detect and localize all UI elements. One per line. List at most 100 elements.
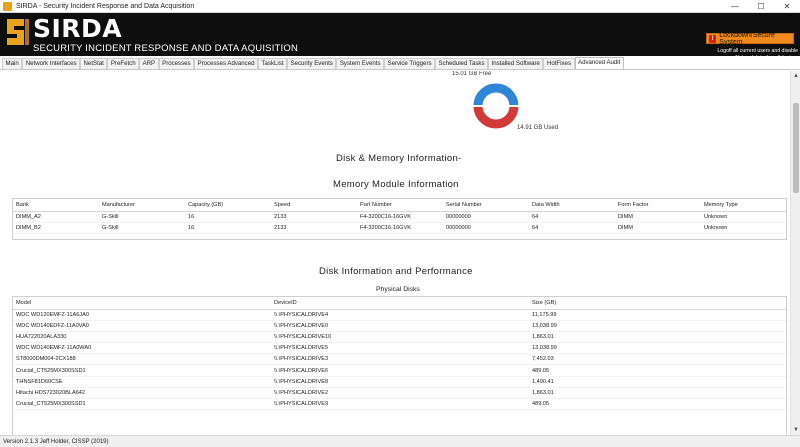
column-header[interactable]: Serial Number xyxy=(443,199,529,212)
table-cell: F4-3200C16-16GVK xyxy=(357,211,443,223)
table-cell: 64 xyxy=(529,211,615,223)
window-titlebar[interactable]: SIRDA - Security Incident Response and D… xyxy=(0,0,800,13)
table-cell: Unknown xyxy=(701,211,786,223)
tab-hotfixes[interactable]: HotFixes xyxy=(543,58,575,69)
table-cell: 13,038.99 xyxy=(529,320,786,332)
disk-memory-title: Disk & Memory Information- xyxy=(336,153,462,164)
table-cell: 00000000 xyxy=(443,211,529,223)
table-row[interactable]: WDC WD120EMFZ-11A6JA0 \\.\PHYSICALDRIVE4 1… xyxy=(13,309,786,321)
column-header[interactable]: Part Number xyxy=(357,199,443,212)
tab-arp[interactable]: ARP xyxy=(139,58,159,69)
column-header[interactable]: DeviceID xyxy=(271,297,529,310)
column-header[interactable]: Bank xyxy=(13,199,99,212)
table-cell: DIMM xyxy=(615,211,701,223)
app-icon xyxy=(3,1,12,11)
tab-advanced-audit[interactable]: Advanced Audit xyxy=(574,57,624,69)
memory-table: Bank Manufacturer Capacity (GB) Speed Part N… xyxy=(13,199,786,234)
table-cell: Crucial_CT525MX300SSD1 xyxy=(13,398,271,411)
column-header[interactable]: Speed xyxy=(271,199,357,212)
table-row[interactable]: WDC WD140EDFZ-11A0VA0 \\.\PHYSICALDRIVE0 1… xyxy=(13,320,786,332)
table-cell: ST8000DM004-2CX188 xyxy=(13,353,271,366)
table-cell: 00000000 xyxy=(443,222,529,234)
table-cell: F4-3200C16-16GVK xyxy=(357,222,443,234)
table-cell: 489.05 xyxy=(529,364,786,377)
disk-used-label: 14.91 GB Used xyxy=(517,125,559,131)
column-header[interactable]: Memory Type xyxy=(701,199,786,212)
column-header[interactable]: Capacity (GB) xyxy=(185,199,271,212)
window-title: SIRDA - Security Incident Response and D… xyxy=(16,2,195,10)
used-space-slice xyxy=(473,105,519,129)
table-cell: 16 xyxy=(185,211,271,223)
table-row[interactable]: THNSF81D60CSE \\.\PHYSICALDRIVE8 1,490.41 xyxy=(13,376,786,388)
table-cell: 11,175.99 xyxy=(529,309,786,321)
scrollbar-thumb[interactable] xyxy=(793,103,799,193)
disk-usage-donut xyxy=(472,83,520,129)
column-header[interactable]: Manufacturer xyxy=(99,199,185,212)
tab-network-interfaces[interactable]: Network Interfaces xyxy=(22,58,81,69)
table-cell: DIMM xyxy=(615,222,701,234)
table-cell: Crucial_CT525MX300SSD1 xyxy=(13,364,271,377)
table-cell: WDC WD140EMFZ-11A0WA0 xyxy=(13,342,271,355)
column-header[interactable]: Size (GB) xyxy=(529,297,786,310)
table-row[interactable]: Hitachi HDS723020BLA642 \\.\PHYSICALDRIVE… xyxy=(13,387,786,400)
advanced-audit-panel: 15.01 GB Free 14.91 GB Used Disk & Memor… xyxy=(2,71,789,435)
table-cell: \\.\PHYSICALDRIVE10 xyxy=(271,331,529,344)
tab-prefetch[interactable]: PreFetch xyxy=(107,58,140,69)
table-cell: 13,038.99 xyxy=(529,342,786,355)
table-cell: 1,863.01 xyxy=(529,331,786,344)
table-cell: WDC WD120EMFZ-11A6JA0 xyxy=(13,309,271,321)
table-cell: G-Skill xyxy=(99,222,185,234)
content-scrollbar[interactable]: ▲ ▼ xyxy=(790,71,800,435)
tab-tasklist[interactable]: TaskList xyxy=(258,58,288,69)
column-header[interactable]: Model xyxy=(13,297,271,310)
table-cell: DIMM_A2 xyxy=(13,211,99,223)
table-cell: 1,863.01 xyxy=(529,387,786,400)
minimize-button[interactable]: — xyxy=(722,0,748,13)
table-cell: \\.\PHYSICALDRIVE6 xyxy=(271,364,529,377)
table-row[interactable]: DIMM_A2 G-Skill 16 2133 F4-3200C16-16GVK 0000… xyxy=(13,211,786,223)
app-window: SIRDA - Security Incident Response and D… xyxy=(0,0,800,447)
tab-security-events[interactable]: Security Events xyxy=(287,58,337,69)
table-row[interactable]: DIMM_B2 G-Skill 16 2133 F4-3200C16-16GVK 0000… xyxy=(13,222,786,234)
table-cell: Hitachi HDS723020BLA642 xyxy=(13,387,271,400)
tab-service-triggers[interactable]: Service Triggers xyxy=(384,58,436,69)
tab-processes[interactable]: Processes xyxy=(158,58,195,69)
table-cell: \\.\PHYSICALDRIVE5 xyxy=(271,342,529,355)
table-cell: 64 xyxy=(529,222,615,234)
tab-processes-advanced[interactable]: Processes Advanced xyxy=(194,58,258,69)
column-header[interactable]: Form Factor xyxy=(615,199,701,212)
table-cell: WDC WD140EDFZ-11A0VA0 xyxy=(13,320,271,332)
maximize-button[interactable]: ☐ xyxy=(748,0,774,13)
header-banner: SIRDA SECURITY INCIDENT RESPONSE AND DAT… xyxy=(0,13,800,61)
disk-table: Model DeviceID Size (GB) WDC WD120EMFZ-11A6… xyxy=(13,297,786,411)
table-cell: \\.\PHYSICALDRIVE8 xyxy=(271,376,529,388)
table-cell: 2133 xyxy=(271,211,357,223)
tab-system-events[interactable]: System Events xyxy=(336,58,384,69)
tab-netstat[interactable]: NetStat xyxy=(80,58,108,69)
tab-scheduled-tasks[interactable]: Scheduled Tasks xyxy=(435,58,488,69)
table-row[interactable]: WDC WD140EMFZ-11A0WA0 \\.\PHYSICALDRIVE5 1… xyxy=(13,342,786,355)
table-row[interactable]: HUA722020ALA330 \\.\PHYSICALDRIVE10 1,863.… xyxy=(13,331,786,344)
column-header[interactable]: Data Width xyxy=(529,199,615,212)
scroll-up-icon[interactable]: ▲ xyxy=(791,71,800,81)
table-cell: \\.\PHYSICALDRIVE2 xyxy=(271,387,529,400)
table-cell: \\.\PHYSICALDRIVE9 xyxy=(271,398,529,411)
table-row[interactable]: Crucial_CT525MX300SSD1 \\.\PHYSICALDRIVE9… xyxy=(13,398,786,411)
lockdown-button-label: Lockdown/Secure System xyxy=(719,31,775,46)
table-cell: \\.\PHYSICALDRIVE4 xyxy=(271,309,529,321)
table-cell: G-Skill xyxy=(99,211,185,223)
tab-installed-software[interactable]: Installed Software xyxy=(488,58,544,69)
status-bar: Version 2.1.3 Jeff Holder, CISSP (2019) xyxy=(0,435,800,447)
table-cell: 1,490.41 xyxy=(529,376,786,388)
disk-performance-title: Disk Information and Performance xyxy=(319,266,473,277)
table-row[interactable]: ST8000DM004-2CX188 \\.\PHYSICALDRIVE3 7,45… xyxy=(13,353,786,366)
shield-logo-icon xyxy=(7,19,29,45)
scroll-down-icon[interactable]: ▼ xyxy=(791,425,800,435)
lockdown-button[interactable]: ! Lockdown/Secure System xyxy=(706,31,794,46)
tab-main[interactable]: Main xyxy=(2,58,23,69)
close-button[interactable]: ✕ xyxy=(774,0,800,13)
table-cell: 2133 xyxy=(271,222,357,234)
table-cell: \\.\PHYSICALDRIVE3 xyxy=(271,353,529,366)
table-row[interactable]: Crucial_CT525MX300SSD1 \\.\PHYSICALDRIVE6… xyxy=(13,364,786,377)
brand-subtitle: SECURITY INCIDENT RESPONSE AND DATA AQUI… xyxy=(33,43,299,54)
